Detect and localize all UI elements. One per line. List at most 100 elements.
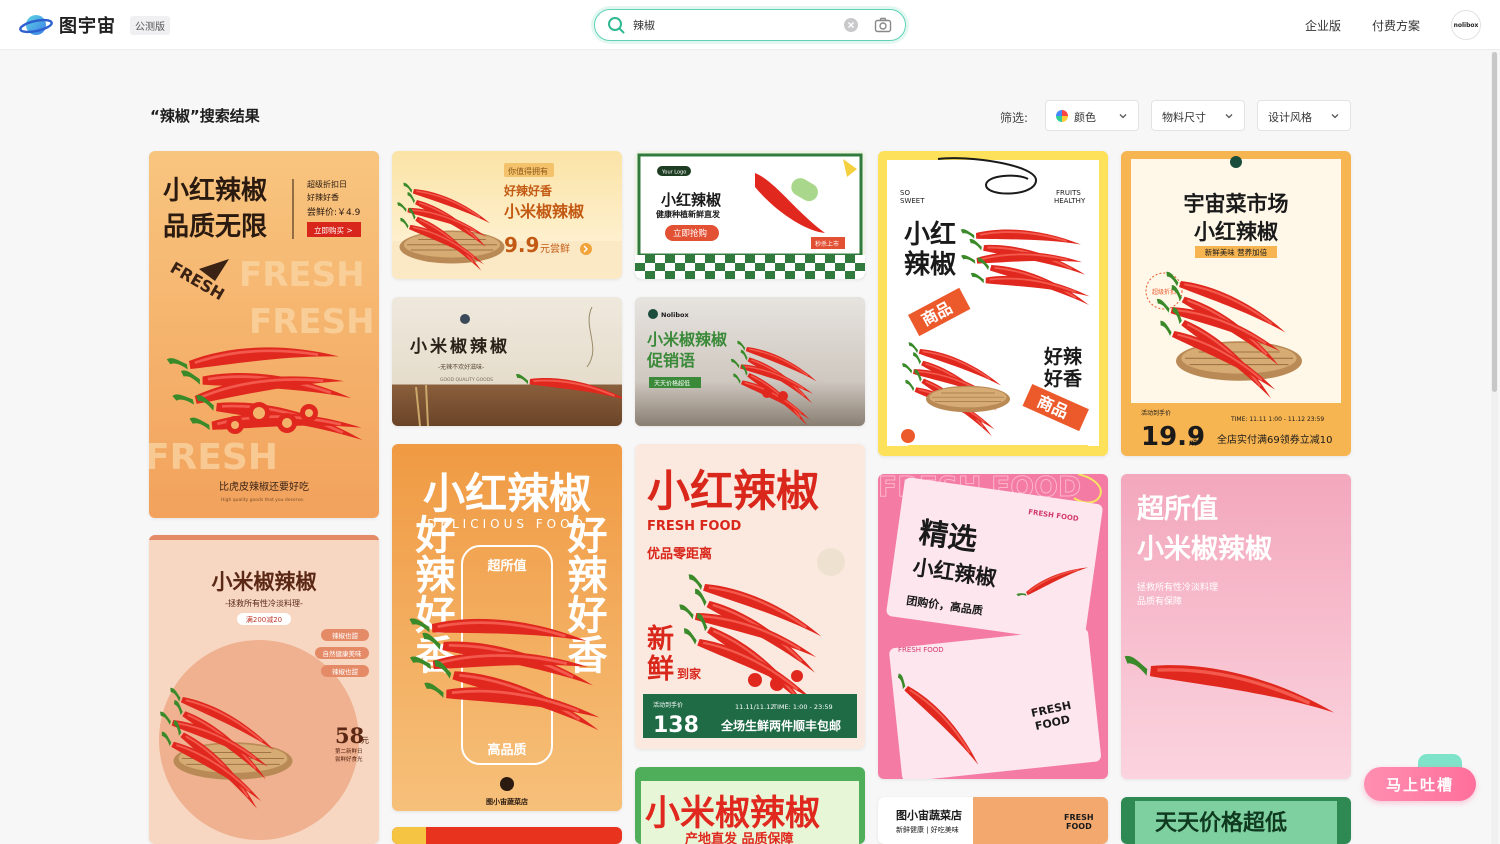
top-header: 图宇宙 公测版 企业版 付费方案 nolibox [0, 0, 1500, 50]
card8-title: 小米椒辣椒 [212, 569, 317, 594]
card8-price: 58 [335, 723, 364, 748]
card5-title-line2: 小红辣椒 [1194, 220, 1278, 244]
template-card-red-chili-delicious[interactable]: 小红辣椒 DELICIOUS FOOD 超所值 高品质 好辣好香 好辣好香 图小… [392, 444, 622, 811]
card5-price: 19.9 [1141, 422, 1205, 452]
card9-right-vertical: 好辣好香 [561, 514, 609, 674]
logo[interactable]: 图宇宙 公测版 [19, 11, 170, 39]
chevron-down-icon [1225, 114, 1233, 119]
card4-fruits: FRUITS [1056, 189, 1081, 197]
template-card-partial-red[interactable] [392, 827, 622, 844]
card7-brand: Nolibox [661, 311, 689, 319]
card8-tag: 满200减20 [246, 615, 282, 624]
nav-enterprise-link[interactable]: 企业版 [1305, 17, 1341, 34]
card2-line1: 好辣好香 [503, 183, 552, 198]
color-wheel-icon [1056, 110, 1068, 122]
card9-title: 小红辣椒 [423, 469, 591, 518]
card1-title-line2: 品质无限 [163, 212, 267, 242]
card3-button: 立即抢购 [673, 228, 707, 239]
template-card-sweet-red-chili[interactable]: SO SWEET FRUITS HEALTHY 小红 辣椒 商品 好辣 好香 商… [878, 151, 1108, 456]
card10-subtitle: 优品零距离 [647, 546, 712, 562]
card14-food: FOOD [1066, 822, 1092, 831]
card10-char2: 鲜 [647, 654, 674, 685]
card4-side-line2: 好香 [1043, 367, 1083, 390]
template-card-millet-chili-discount[interactable]: 小米椒辣椒 -拯救所有性冷淡料理- 满200减20 辣椒也甜 自然健康美味 辣椒… [149, 535, 379, 844]
card6-subtitle: -无辣不欢好滋味- [438, 363, 484, 371]
card1-fresh-bg-1: FRESH [239, 255, 365, 295]
card9-top-label: 超所值 [487, 558, 526, 574]
card9-store: 图小宙蔬菜店 [486, 797, 528, 806]
card8-price-unit: 元 [361, 736, 369, 745]
card1-side-text1: 超级折扣日 [307, 179, 347, 189]
card12-title-line2: 小米椒辣椒 [1137, 533, 1272, 565]
card14-fresh: FRESH [1064, 813, 1094, 822]
card1-title-line1: 小红辣椒 [163, 175, 267, 206]
template-card-veg-store[interactable]: 图小宙蔬菜店 新鲜健康 | 好吃美味 FRESH FOOD [878, 797, 1108, 844]
card1-bottom-en: High quality goods that you deserve. [221, 497, 304, 503]
card3-tag: 秒杀上市 [815, 240, 839, 248]
search-input[interactable] [633, 15, 833, 35]
card7-tag: 天天价格超低 [654, 380, 690, 388]
template-card-value-millet-chili[interactable]: 超所值 小米椒辣椒 拯救所有性冷淡料理 品质有保障 [1121, 474, 1351, 779]
card12-sub2: 品质有保障 [1137, 595, 1182, 607]
card15-title: 天天价格超低 [1155, 810, 1287, 836]
card1-fresh-bg-3: FRESH [149, 437, 278, 478]
scrollbar[interactable] [1491, 52, 1498, 844]
results-title: “辣椒”搜索结果 [150, 107, 260, 125]
card1-bottom-text: 比虎皮辣椒还要好吃 [219, 480, 309, 493]
card2-tag: 你值得拥有 [508, 166, 548, 176]
filter-color-dropdown[interactable]: 颜色 [1045, 100, 1139, 131]
search-bar[interactable] [594, 9, 906, 41]
card1-side-text3: 尝鲜价:￥4.9 [307, 206, 361, 218]
template-card-universe-market[interactable]: 宇宙菜市场 小红辣椒 新鲜美味 营养加倍 超级折扣 活动到手价 19.9 /件 … [1121, 151, 1351, 456]
card4-title-line2: 辣椒 [904, 249, 956, 280]
card5-act-label: 活动到手价 [1141, 409, 1171, 417]
card13-subtitle: 产地直发 品质保障 [685, 831, 794, 844]
card5-promo: 全店实付满69领券立减10 [1217, 433, 1332, 446]
template-card-red-chili-fresh-food[interactable]: 小红辣椒 FRESH FOOD 优品零距离 新 鲜 到家 活动到手价 138 1… [635, 444, 865, 749]
card7-title-line1: 小米椒辣椒 [647, 330, 727, 349]
card4-title-line1: 小红 [904, 219, 956, 250]
template-card-millet-chili-price[interactable]: 你值得拥有 好辣好香 小米椒辣椒 9.9 元尝鲜 [392, 151, 622, 279]
template-card-millet-chili-promo[interactable]: Nolibox 小米椒辣椒 促销语 天天价格超低 [635, 297, 865, 426]
filter-size-label: 物料尺寸 [1162, 111, 1206, 124]
template-card-daily-low-price[interactable]: 天天价格超低 [1121, 797, 1351, 844]
card12-sub1: 拯救所有性冷淡料理 [1137, 581, 1218, 593]
filter-style-dropdown[interactable]: 设计风格 [1257, 100, 1351, 131]
card10-char1: 新 [647, 623, 674, 655]
template-card-millet-chili-wood[interactable]: 小米椒辣椒 -无辣不欢好滋味- GOOD QUALITY GOODS [392, 297, 622, 426]
filter-size-dropdown[interactable]: 物料尺寸 [1151, 100, 1245, 131]
card10-price: 138 [653, 713, 699, 738]
feedback-button[interactable]: 马上吐槽 [1364, 767, 1476, 801]
template-card-red-chili-quality[interactable]: 小红辣椒 品质无限 超级折扣日 好辣好香 尝鲜价:￥4.9 立即购买 > FRE… [149, 151, 379, 518]
card10-date: 11.11/11.12 [735, 703, 774, 711]
clear-icon[interactable] [844, 18, 858, 32]
template-card-red-chili-direct[interactable]: Your Logo 小红辣椒 健康种植新鲜直发 立即抢购 秒杀上市 [635, 151, 865, 279]
user-avatar[interactable]: nolibox [1451, 10, 1481, 40]
scrollbar-thumb[interactable] [1492, 52, 1497, 392]
card3-subtitle: 健康种植新鲜直发 [656, 209, 721, 219]
card14-subtitle: 新鲜健康 | 好吃美味 [896, 825, 959, 834]
card3-logo: Your Logo [661, 170, 686, 176]
card4-healthy: HEALTHY [1054, 197, 1086, 205]
card9-bottom-label: 高品质 [487, 742, 526, 758]
camera-icon[interactable] [874, 16, 892, 34]
chevron-down-icon [1331, 114, 1339, 119]
chevron-down-icon [1119, 114, 1127, 119]
avatar-text: nolibox [1453, 21, 1479, 29]
card8-badge3: 辣椒也甜 [332, 667, 359, 676]
card2-line2: 小米椒辣椒 [504, 202, 584, 221]
card7-title-line2: 促销语 [646, 351, 695, 370]
card3-checker-pattern [635, 255, 865, 279]
card12-title-line1: 超所值 [1137, 494, 1218, 525]
brand-name: 图宇宙 [59, 16, 116, 37]
search-icon[interactable] [607, 16, 625, 34]
card8-subtitle: -拯救所有性冷淡料理- [225, 598, 303, 608]
card2-price: 9.9 [504, 233, 539, 257]
template-card-millet-chili-origin[interactable]: 小米椒辣椒 产地直发 品质保障 [635, 767, 865, 844]
filter-style-label: 设计风格 [1268, 111, 1312, 124]
card1-side-text2: 好辣好香 [307, 192, 339, 202]
card14-title: 图小宙蔬菜店 [896, 808, 962, 822]
template-card-selected-red-chili[interactable]: FRESH FOOD FRESH FOOD 精选 小红辣椒 团购价，高品质 FR… [878, 474, 1108, 779]
card10-title: 小红辣椒 [647, 467, 819, 517]
nav-pricing-link[interactable]: 付费方案 [1372, 17, 1420, 34]
